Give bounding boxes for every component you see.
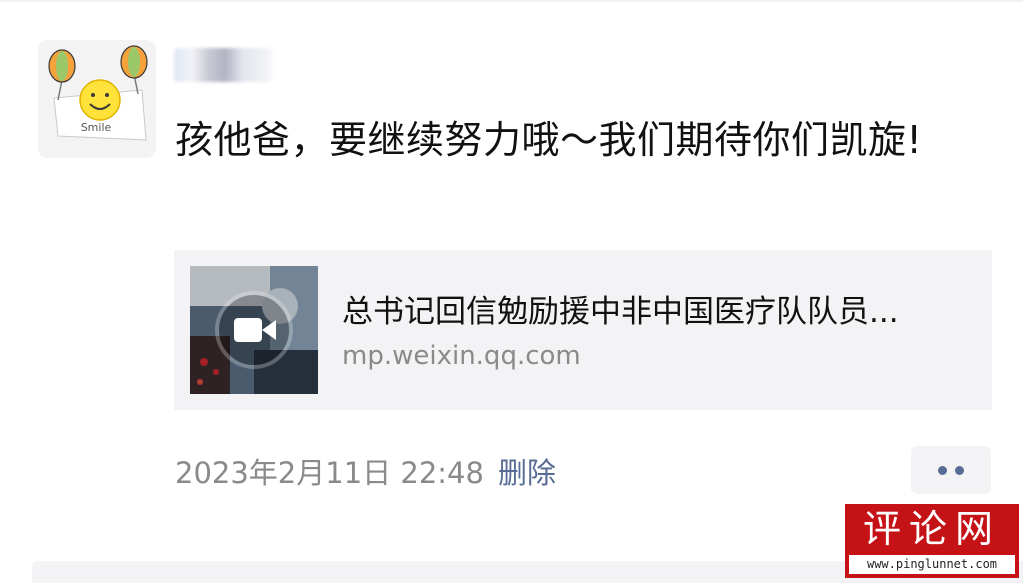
article-thumbnail bbox=[190, 266, 318, 394]
more-dots-icon bbox=[938, 465, 947, 475]
post-timestamp: 2023年2月11日 22:48 bbox=[175, 456, 484, 490]
smiley-balloons-icon: Smile bbox=[38, 40, 156, 158]
watermark-title: 评论网 bbox=[862, 507, 1001, 551]
avatar[interactable]: Smile bbox=[38, 40, 156, 158]
watermark-url: www.pinglunnet.com bbox=[849, 555, 1015, 574]
watermark-logo: 评论网 www.pinglunnet.com bbox=[845, 504, 1019, 578]
top-divider bbox=[0, 0, 1023, 2]
blurred-nickname[interactable] bbox=[174, 48, 272, 82]
post-text: 孩他爸，要继续努力哦～我们期待你们凯旋! bbox=[175, 118, 923, 162]
more-dots-icon bbox=[955, 465, 964, 475]
article-domain: mp.weixin.qq.com bbox=[342, 341, 581, 371]
more-button[interactable] bbox=[911, 446, 991, 494]
article-title: 总书记回信勉励援中非中国医疗队队员... bbox=[342, 294, 899, 330]
avatar-caption: Smile bbox=[81, 121, 112, 134]
delete-button[interactable]: 删除 bbox=[498, 452, 556, 494]
video-camera-icon bbox=[190, 266, 318, 394]
shared-article-card[interactable]: 总书记回信勉励援中非中国医疗队队员... mp.weixin.qq.com bbox=[174, 250, 992, 410]
